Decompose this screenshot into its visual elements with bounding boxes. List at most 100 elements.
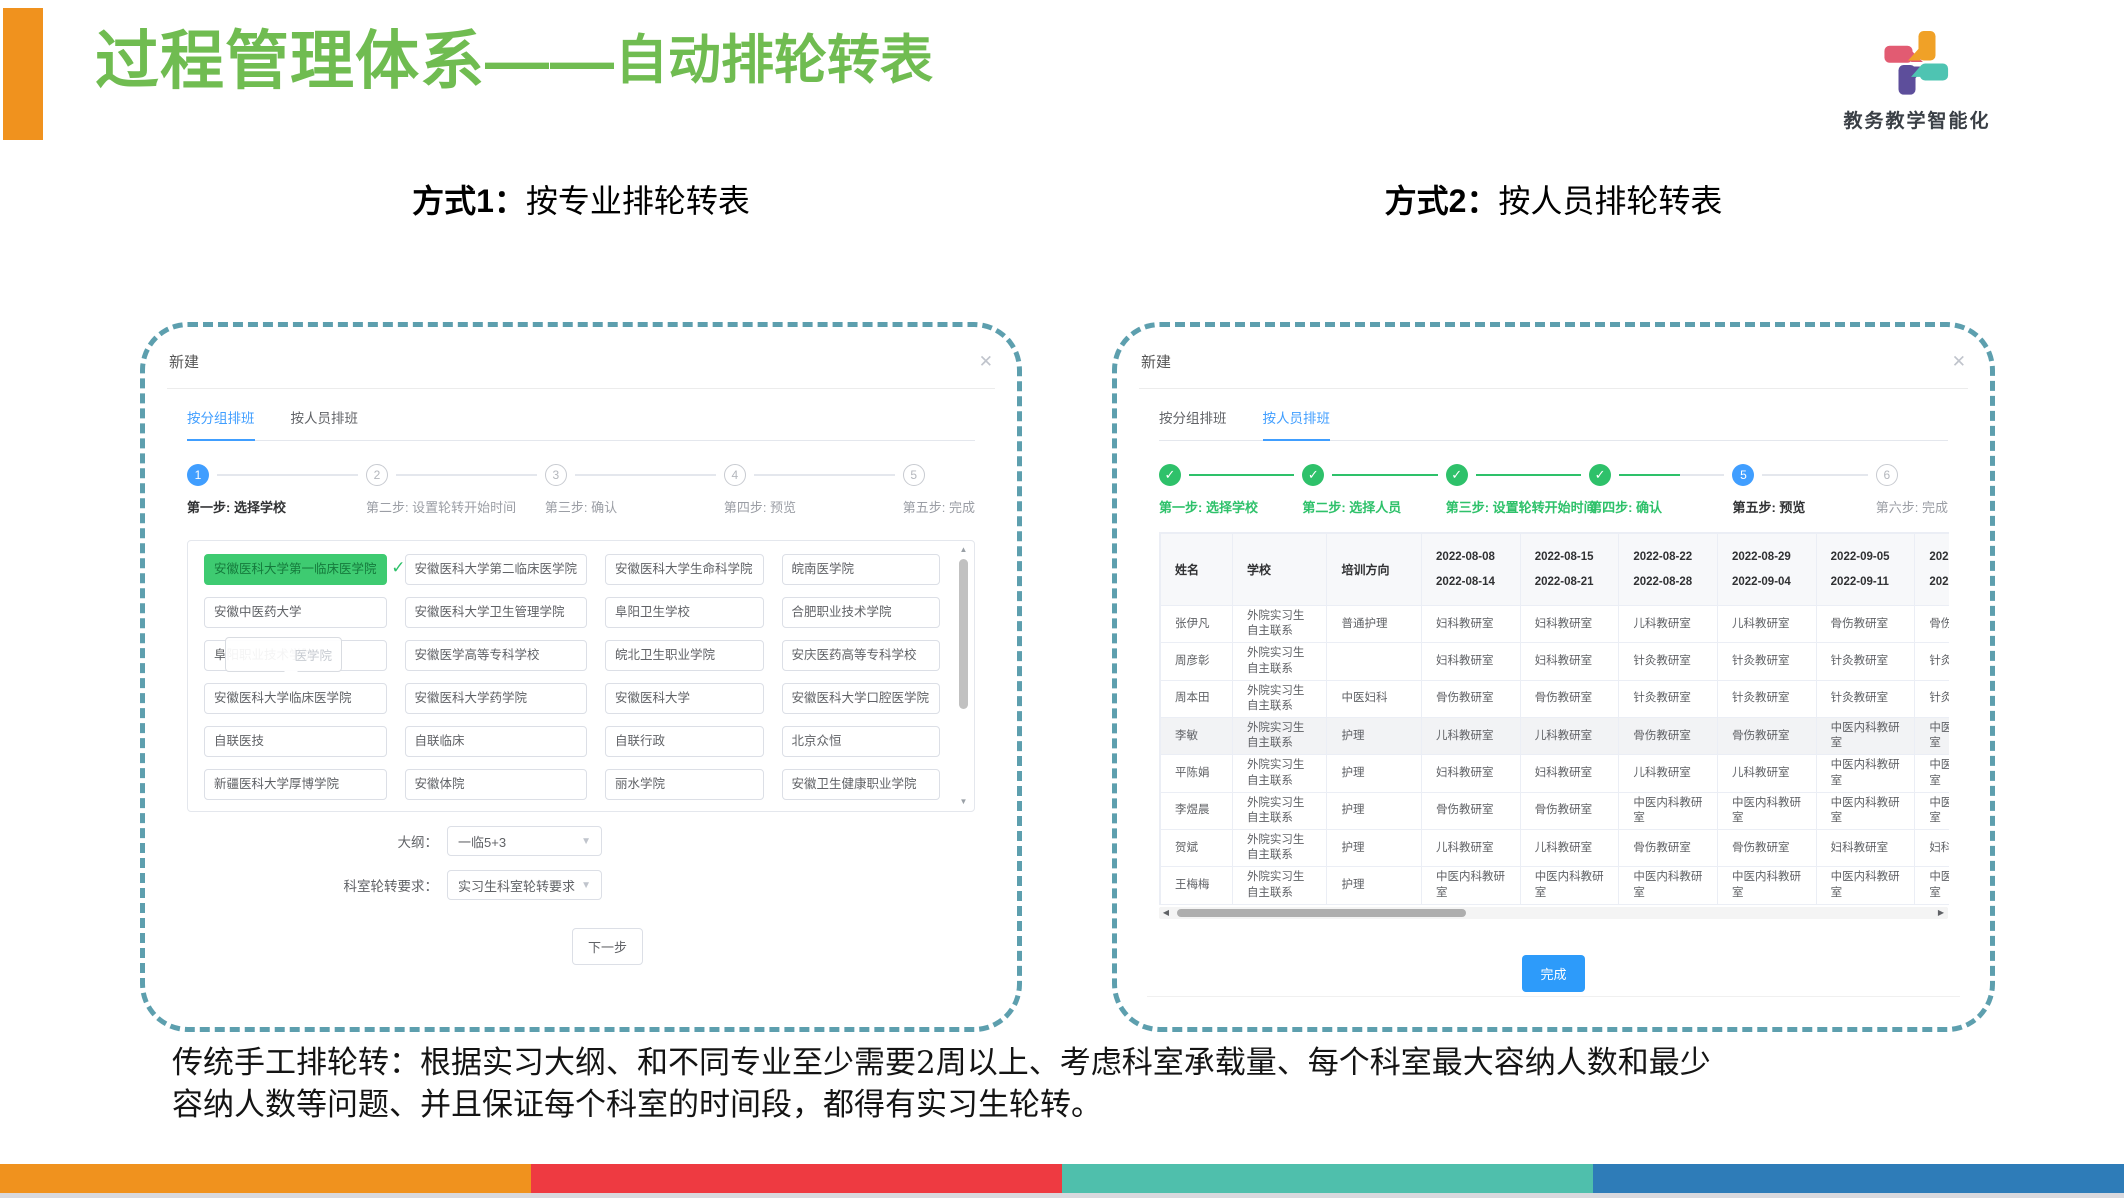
school-option-5[interactable]: 安徽医科大学卫生管理学院 [405, 597, 588, 628]
step-top: ✓ [1159, 463, 1302, 487]
school-cell: 安徽医科大学 [605, 683, 763, 714]
scroll-up-icon[interactable]: ▲ [957, 545, 970, 555]
hscrollbar-thumb[interactable] [1177, 909, 1466, 917]
week-end-date: 2022-0 [1929, 570, 1949, 594]
school-grid: 安徽医科大学第一临床医学院✓ 安徽医科大学第二临床医学院安徽医科大学生命科学院皖南… [204, 554, 940, 800]
week-start-date: 2022-09-05 [1831, 545, 1901, 569]
cell-week-1: 骨伤教研室 [1520, 680, 1619, 717]
tab-group-0[interactable]: 按分组排班 [187, 407, 255, 441]
method2-heading: 方式2：按人员排轮转表 [1112, 176, 1995, 222]
bottom-color-bar [0, 1164, 2124, 1193]
school-cell: 安徽医科大学第一临床医学院✓ [204, 554, 387, 585]
school-option-4[interactable]: 安徽中医药大学 [204, 597, 387, 628]
cell-school: 外院实习生自主联系 [1232, 718, 1327, 755]
cell-week-1: 儿科教研室 [1520, 718, 1619, 755]
step-label-3: 第三步: 设置轮转开始时间 [1446, 497, 1589, 516]
step-6: 6第六步: 完成 [1876, 463, 1948, 516]
school-option-15[interactable]: 安徽医科大学口腔医学院 [782, 683, 940, 714]
school-cell: 丽水学院 [605, 769, 763, 800]
cell-name: 周本田 [1161, 680, 1233, 717]
cell-week-0: 儿科教研室 [1422, 718, 1521, 755]
outline-select[interactable]: 一临5+3 ▼ [447, 826, 602, 856]
tab-person-1[interactable]: 按人员排班 [1263, 407, 1331, 441]
school-option-12[interactable]: 安徽医科大学临床医学院 [204, 683, 387, 714]
week-header-4: 2022-09-052022-09-11 [1816, 534, 1915, 606]
school-option-13[interactable]: 安徽医科大学药学院 [405, 683, 588, 714]
col-header-2: 培训方向 [1327, 534, 1422, 606]
close-icon[interactable]: ✕ [1952, 353, 1966, 370]
school-option-10[interactable]: 皖北卫生职业学院 [605, 640, 763, 671]
school-option-17[interactable]: 自联临床 [405, 726, 588, 757]
scroll-left-icon[interactable]: ◀ [1159, 907, 1173, 919]
tab-person-0[interactable]: 按分组排班 [1159, 407, 1227, 439]
school-option-9[interactable]: 安徽医学高等专科学校 [405, 640, 588, 671]
method2-dialog: 新建 ✕ 按分组排班按人员排班 ✓第一步: 选择学校✓第二步: 选择人员✓第三步… [1112, 322, 1995, 1032]
table-row-0[interactable]: 张伊凡外院实习生自主联系普通护理妇科教研室妇科教研室儿科教研室儿科教研室骨伤教研… [1161, 606, 1950, 643]
rotation-select[interactable]: 实习生科室轮转要求 ▼ [447, 870, 602, 900]
hscroll-track[interactable] [1173, 907, 1934, 919]
cell-school: 外院实习生自主联系 [1232, 792, 1327, 829]
school-tooltip: 医学院 [225, 637, 342, 672]
school-option-18[interactable]: 自联行政 [605, 726, 763, 757]
school-option-16[interactable]: 自联医技 [204, 726, 387, 757]
next-step-button[interactable]: 下一步 [572, 928, 643, 965]
school-option-23[interactable]: 安徽卫生健康职业学院 [782, 769, 940, 800]
step-connector [1762, 474, 1867, 476]
method1-heading: 方式1：按专业排轮转表 [140, 176, 1022, 222]
step-5: 5第五步: 预览 [1732, 463, 1875, 516]
cell-week-1: 骨伤教研室 [1520, 792, 1619, 829]
school-option-1[interactable]: 安徽医科大学第二临床医学院 [405, 554, 588, 585]
table-row-6[interactable]: 贺斌外院实习生自主联系护理儿科教研室儿科教研室骨伤教研室骨伤教研室妇科教研室妇科… [1161, 830, 1950, 867]
cell-week-3: 针灸教研室 [1718, 680, 1817, 717]
finish-button[interactable]: 完成 [1522, 955, 1584, 992]
table-hscrollbar[interactable]: ◀ ▶ [1159, 907, 1948, 919]
cell-name: 张伊凡 [1161, 606, 1233, 643]
step-dot-2: ✓ [1302, 464, 1324, 486]
school-option-3[interactable]: 皖南医学院 [782, 554, 940, 585]
cell-week-5: 中医内科教研室 [1915, 755, 1949, 792]
cell-week-4: 针灸教研室 [1816, 643, 1915, 680]
table-row-4[interactable]: 平陈娟外院实习生自主联系护理妇科教研室妇科教研室儿科教研室儿科教研室中医内科教研… [1161, 755, 1950, 792]
school-list-scrollbar[interactable]: ▲ ▼ [957, 545, 970, 807]
step-top: 2 [366, 463, 545, 487]
scroll-right-icon[interactable]: ▶ [1934, 907, 1948, 919]
cell-week-0: 骨伤教研室 [1422, 680, 1521, 717]
school-cell: 自联临床 [405, 726, 588, 757]
school-cell: 安徽医科大学口腔医学院 [782, 683, 940, 714]
school-option-2[interactable]: 安徽医科大学生命科学院 [605, 554, 763, 585]
step-label-3: 第三步: 确认 [545, 497, 724, 516]
school-option-0[interactable]: 安徽医科大学第一临床医学院 [204, 554, 387, 585]
scrollbar-thumb[interactable] [959, 559, 968, 709]
step-top: 5 [1732, 463, 1875, 487]
school-option-22[interactable]: 丽水学院 [605, 769, 763, 800]
cell-direction: 护理 [1327, 755, 1422, 792]
table-row-3[interactable]: 李敏外院实习生自主联系护理儿科教研室儿科教研室骨伤教研室骨伤教研室中医内科教研室… [1161, 718, 1950, 755]
cell-week-4: 中医内科教研室 [1816, 718, 1915, 755]
cell-week-2: 骨伤教研室 [1619, 830, 1718, 867]
cell-week-4: 中医内科教研室 [1816, 867, 1915, 904]
step-label-5: 第五步: 完成 [903, 497, 975, 516]
table-row-1[interactable]: 周彦彰外院实习生自主联系妇科教研室妇科教研室针灸教研室针灸教研室针灸教研室针灸教… [1161, 643, 1950, 680]
table-row-7[interactable]: 王梅梅外院实习生自主联系护理中医内科教研室中医内科教研室中医内科教研室中医内科教… [1161, 867, 1950, 904]
step-connector [1619, 474, 1724, 476]
school-option-20[interactable]: 新疆医科大学厚博学院 [204, 769, 387, 800]
cell-week-0: 骨伤教研室 [1422, 792, 1521, 829]
school-option-7[interactable]: 合肥职业技术学院 [782, 597, 940, 628]
school-option-14[interactable]: 安徽医科大学 [605, 683, 763, 714]
tab-group-1[interactable]: 按人员排班 [291, 407, 359, 439]
step-5: 5第五步: 完成 [903, 463, 975, 516]
table-row-5[interactable]: 李煜晨外院实习生自主联系护理骨伤教研室骨伤教研室中医内科教研室中医内科教研室中医… [1161, 792, 1950, 829]
table-row-2[interactable]: 周本田外院实习生自主联系中医妇科骨伤教研室骨伤教研室针灸教研室针灸教研室针灸教研… [1161, 680, 1950, 717]
school-option-11[interactable]: 安庆医药高等专科学校 [782, 640, 940, 671]
school-option-21[interactable]: 安徽体院 [405, 769, 588, 800]
step-top: ✓ [1446, 463, 1589, 487]
week-start-date: 2022-08-22 [1633, 545, 1703, 569]
scroll-down-icon[interactable]: ▼ [957, 797, 970, 807]
cell-week-3: 骨伤教研室 [1718, 718, 1817, 755]
school-cell: 合肥职业技术学院 [782, 597, 940, 628]
close-icon[interactable]: ✕ [979, 353, 993, 370]
week-header-1: 2022-08-152022-08-21 [1520, 534, 1619, 606]
school-option-6[interactable]: 阜阳卫生学校 [605, 597, 763, 628]
school-option-19[interactable]: 北京众恒 [782, 726, 940, 757]
page-title: 过程管理体系—— 自动排轮转表 [95, 10, 933, 102]
